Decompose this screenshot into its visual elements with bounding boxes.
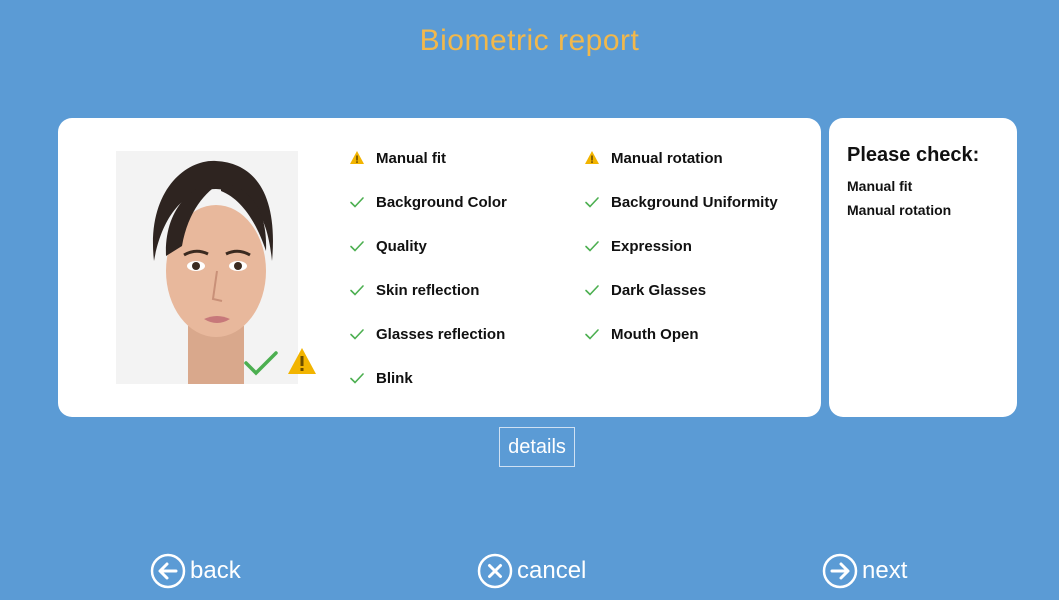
details-button[interactable]: details [499, 427, 575, 467]
please-check-item: Manual rotation [847, 202, 952, 218]
check-item: Manual rotation [583, 146, 723, 170]
please-check-panel: Please check: Manual fit Manual rotation [829, 118, 1017, 417]
please-check-title: Please check: [847, 144, 980, 166]
back-label: back [190, 557, 241, 584]
photo-ok-check-icon [244, 351, 278, 376]
close-circle-icon [477, 553, 513, 589]
check-icon [350, 373, 364, 384]
check-label: Quality [376, 237, 427, 255]
biometric-results-card: Manual fit Background Color Quality Skin re… [58, 118, 821, 417]
please-check-item: Manual fit [847, 178, 913, 194]
photo-warning-icon [288, 348, 316, 374]
check-label: Background Uniformity [611, 193, 778, 211]
check-icon [585, 241, 599, 252]
check-item: Manual fit [348, 146, 446, 170]
check-icon [350, 241, 364, 252]
check-item: Blink [348, 366, 413, 390]
check-item: Quality [348, 234, 427, 258]
check-label: Skin reflection [376, 281, 480, 299]
check-label: Dark Glasses [611, 281, 707, 299]
check-item: Glasses reflection [348, 322, 505, 346]
check-item: Background Uniformity [583, 190, 778, 214]
check-item: Expression [583, 234, 692, 258]
page-title: Biometric report [419, 24, 640, 57]
check-icon [585, 197, 599, 208]
check-icon [350, 197, 364, 208]
check-label: Glasses reflection [376, 325, 506, 343]
check-item: Background Color [348, 190, 507, 214]
check-icon [585, 285, 599, 296]
check-label: Manual rotation [611, 149, 723, 167]
back-button[interactable]: back [150, 549, 241, 593]
check-item: Skin reflection [348, 278, 479, 302]
warning-icon [585, 151, 599, 164]
check-label: Blink [376, 369, 413, 387]
check-label: Manual fit [376, 149, 446, 167]
next-button[interactable]: next [822, 549, 907, 593]
check-label: Mouth Open [611, 325, 699, 343]
check-item: Dark Glasses [583, 278, 706, 302]
check-icon [350, 329, 364, 340]
check-icon [585, 329, 599, 340]
arrow-right-circle-icon [822, 553, 858, 589]
next-label: next [862, 557, 908, 584]
cancel-label: cancel [517, 557, 587, 584]
arrow-left-circle-icon [150, 553, 186, 589]
check-label: Expression [611, 237, 692, 255]
check-item: Mouth Open [583, 322, 698, 346]
warning-icon [350, 151, 364, 164]
check-label: Background Color [376, 193, 507, 211]
check-icon [350, 285, 364, 296]
cancel-button[interactable]: cancel [477, 549, 586, 593]
